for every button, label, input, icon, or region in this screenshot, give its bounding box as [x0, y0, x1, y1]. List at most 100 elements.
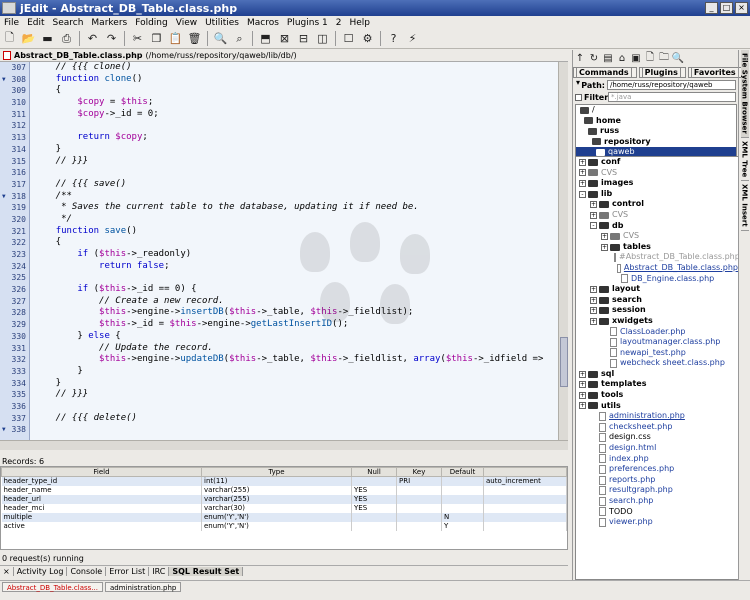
roots-icon[interactable]: ▤ — [602, 52, 614, 64]
tree-file[interactable]: checksheet.php — [576, 422, 738, 433]
tree-folder[interactable]: + conf — [576, 157, 738, 168]
line-number[interactable]: 338 — [0, 424, 29, 436]
filter-input[interactable]: *.java — [608, 92, 736, 102]
parent-directories-list[interactable]: / home russ repository qaweb — [575, 104, 737, 158]
table-row[interactable]: multiple enum('Y','N') N — [1, 512, 567, 522]
tree-file[interactable]: Abstract_DB_Table.class.php — [576, 263, 738, 274]
expand-icon[interactable]: + — [579, 391, 586, 399]
buffer-options-icon[interactable]: ☐ — [341, 31, 356, 46]
line-number[interactable]: 318 — [0, 191, 29, 203]
line-number[interactable]: 337 — [0, 413, 29, 425]
menu-macros[interactable]: Macros — [247, 18, 279, 28]
menu-plugins-2[interactable]: 2 — [336, 18, 342, 28]
column-header-null[interactable]: Null — [351, 467, 397, 477]
line-number[interactable]: 322 — [0, 237, 29, 249]
tab-xml-insert[interactable]: XML Insert — [740, 181, 749, 231]
tree-file[interactable]: administration.php — [576, 411, 738, 422]
line-number[interactable]: 310 — [0, 97, 29, 109]
expand-icon[interactable]: + — [590, 285, 597, 293]
reload-icon[interactable]: ↻ — [588, 52, 600, 64]
tree-folder[interactable]: + layout — [576, 284, 738, 295]
line-number[interactable]: 309 — [0, 85, 29, 97]
line-number[interactable]: 332 — [0, 354, 29, 366]
menu-plugins-1[interactable]: Plugins 1 — [287, 18, 328, 28]
minimize-button[interactable]: _ — [705, 2, 718, 14]
tree-folder[interactable]: - lib — [576, 189, 738, 200]
line-number[interactable]: 334 — [0, 378, 29, 390]
new-dir-icon[interactable]: 🗀 — [658, 52, 670, 64]
menu-search[interactable]: Search — [53, 18, 84, 28]
tree-file[interactable]: viewer.php — [576, 517, 738, 528]
cut-icon[interactable]: ✂ — [130, 31, 145, 46]
tree-folder[interactable]: + images — [576, 178, 738, 189]
parent-dir-item[interactable]: home — [576, 116, 736, 127]
line-number[interactable]: 326 — [0, 284, 29, 296]
parent-dir-item[interactable]: / — [576, 105, 736, 116]
tree-folder[interactable]: + sql — [576, 369, 738, 380]
split-cols-icon[interactable]: ◫ — [315, 31, 330, 46]
line-number[interactable]: 320 — [0, 214, 29, 226]
text-editor[interactable]: 3073083093103113123133143153163173183193… — [0, 62, 568, 440]
tree-file[interactable]: #Abstract_DB_Table.class.php# — [576, 252, 738, 263]
sync-icon[interactable]: ▣ — [630, 52, 642, 64]
plugin-manager-icon[interactable]: ⚙ — [360, 31, 375, 46]
tree-file[interactable]: index.php — [576, 454, 738, 465]
tree-folder[interactable]: + CVS — [576, 168, 738, 179]
table-row[interactable]: header_mci varchar(30) YES — [1, 503, 567, 513]
tab-error-list[interactable]: Error List — [106, 566, 150, 576]
menu-file[interactable]: File — [4, 18, 19, 28]
table-row[interactable]: header_name varchar(255) YES — [1, 485, 567, 495]
line-number-gutter[interactable]: 3073083093103113123133143153163173183193… — [0, 62, 30, 440]
table-row[interactable]: header_url varchar(255) YES — [1, 494, 567, 504]
tab-activity-log[interactable]: Activity Log — [14, 566, 68, 576]
menu-markers[interactable]: Markers — [91, 18, 127, 28]
unsplit-icon[interactable]: ⊠ — [277, 31, 292, 46]
tree-file[interactable]: webcheck sheet.class.php — [576, 358, 738, 369]
tab-xml-tree[interactable]: XML Tree — [740, 138, 749, 182]
tab-irc[interactable]: IRC — [149, 566, 170, 576]
tree-file[interactable]: ClassLoader.php — [576, 327, 738, 338]
tree-file[interactable]: newapi_test.php — [576, 348, 738, 359]
expand-icon[interactable]: + — [579, 381, 586, 389]
parent-dir-item[interactable]: repository — [576, 137, 736, 148]
expand-icon[interactable]: + — [590, 307, 597, 315]
tree-file[interactable]: preferences.php — [576, 464, 738, 475]
new-file-browser-icon[interactable]: 🗋 — [644, 52, 656, 64]
menu-edit[interactable]: Edit — [27, 18, 44, 28]
line-number[interactable]: 312 — [0, 120, 29, 132]
tab-sql-result-set[interactable]: SQL Result Set — [169, 566, 244, 576]
close-window-button[interactable]: × — [735, 2, 748, 14]
line-number[interactable]: 324 — [0, 261, 29, 273]
menu-view[interactable]: View — [176, 18, 197, 28]
maximize-button[interactable]: □ — [720, 2, 733, 14]
collapse-icon[interactable]: - — [590, 222, 597, 230]
line-number[interactable]: 311 — [0, 109, 29, 121]
expand-icon[interactable]: + — [579, 402, 586, 410]
search-dir-icon[interactable]: 🔍 — [672, 52, 684, 64]
line-number[interactable]: 330 — [0, 331, 29, 343]
line-number[interactable]: 335 — [0, 389, 29, 401]
tree-folder[interactable]: + tools — [576, 390, 738, 401]
dock-close-icon[interactable]: × — [0, 566, 14, 576]
expand-icon[interactable]: + — [579, 158, 586, 166]
tree-folder[interactable]: + tables — [576, 242, 738, 253]
column-header-type[interactable]: Type — [201, 467, 352, 477]
line-number[interactable]: 328 — [0, 307, 29, 319]
tree-file[interactable]: design.html — [576, 443, 738, 454]
tree-file[interactable]: search.php — [576, 496, 738, 507]
menu-folding[interactable]: Folding — [135, 18, 168, 28]
tab-console[interactable]: Console — [67, 566, 107, 576]
expand-icon[interactable]: + — [590, 211, 597, 219]
line-number[interactable]: 333 — [0, 366, 29, 378]
tree-file[interactable]: design.css — [576, 432, 738, 443]
tree-folder[interactable]: - db — [576, 221, 738, 232]
line-number[interactable]: 307 — [0, 62, 29, 74]
split-horizontal-icon[interactable]: ⬒ — [258, 31, 273, 46]
line-number[interactable]: 323 — [0, 249, 29, 261]
column-header-extra[interactable] — [483, 467, 567, 477]
file-tree[interactable]: + conf + CVS + images - lib + control + CVS - db + CVS +… — [575, 156, 739, 580]
open-file-icon[interactable]: 📂 — [21, 31, 36, 46]
column-header-key[interactable]: Key — [396, 467, 442, 477]
expand-icon[interactable]: + — [590, 296, 597, 304]
new-file-icon[interactable]: 🗋 — [2, 31, 17, 46]
